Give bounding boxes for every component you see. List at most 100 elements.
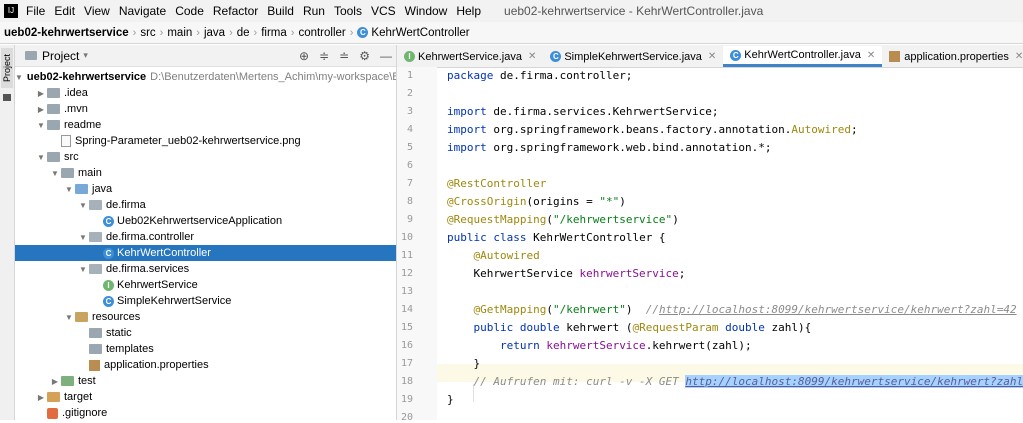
tree-item[interactable]: C SimpleKehrwertService — [15, 293, 396, 309]
tree-item[interactable]: C Ueb02KehrwertserviceApplication — [15, 213, 396, 229]
chevron-down-icon[interactable]: ▼ — [49, 169, 61, 178]
chevron-down-icon[interactable]: ▼ — [15, 73, 23, 82]
code-line[interactable]: // Aufrufen mit: curl -v -X GET http://l… — [447, 373, 1023, 391]
line-number: 7 — [406, 178, 413, 189]
close-icon[interactable]: ✕ — [528, 51, 536, 62]
comment-link[interactable]: http://localhost:8099/kehrwertservice/ke… — [659, 303, 1017, 316]
code-annotation: @RequestMapping — [447, 213, 547, 226]
code-line[interactable]: return kehrwertService.kehrwert(zahl); — [447, 337, 752, 355]
code-line[interactable]: @RestController — [447, 175, 546, 193]
tree-item[interactable]: ▶ test — [15, 373, 396, 389]
line-number-gutter[interactable]: 1 2 3 4 5 6 7 8 9 10 11 12 13 14 15 16 17 18 19 20 — [397, 67, 437, 423]
tree-item[interactable]: ▶ target — [15, 389, 396, 405]
code-text: .kehrwert(zahl); — [645, 339, 752, 352]
menu-build[interactable]: Build — [267, 4, 294, 18]
code-line[interactable]: KehrwertService kehrwertService; — [447, 265, 685, 283]
breadcrumb-firma[interactable]: firma — [261, 27, 287, 39]
chevron-right-icon: › — [159, 26, 164, 39]
breadcrumb-class[interactable]: KehrWertController — [371, 27, 469, 39]
menu-navigate[interactable]: Navigate — [119, 4, 166, 18]
chevron-down-icon[interactable]: ▼ — [77, 265, 89, 274]
menu-help[interactable]: Help — [456, 4, 481, 18]
structure-icon[interactable] — [3, 94, 11, 101]
chevron-down-icon[interactable]: ▾ — [83, 50, 88, 61]
menu-code[interactable]: Code — [175, 4, 204, 18]
tree-item[interactable]: application.properties — [15, 357, 396, 373]
code-line[interactable]: } — [447, 391, 454, 409]
tree-item[interactable]: I KehrwertService — [15, 277, 396, 293]
menu-vcs[interactable]: VCS — [371, 4, 396, 18]
code-line[interactable]: import org.springframework.web.bind.anno… — [447, 139, 772, 157]
menu-file[interactable]: File — [26, 4, 45, 18]
tree-item[interactable]: ▼ resources — [15, 309, 396, 325]
code-line[interactable]: } — [447, 355, 480, 373]
menu-tools[interactable]: Tools — [334, 4, 362, 18]
tree-item[interactable]: C KehrWertController — [15, 245, 396, 261]
menu-run[interactable]: Run — [303, 4, 325, 18]
menu-window[interactable]: Window — [405, 4, 448, 18]
tab-kehrwertcontroller[interactable]: C KehrWertController.java ✕ — [723, 46, 883, 67]
tree-item[interactable]: ▼ java — [15, 181, 396, 197]
chevron-down-icon[interactable]: ▼ — [63, 313, 75, 322]
minimize-icon[interactable]: — — [380, 49, 392, 63]
chevron-down-icon[interactable]: ▼ — [77, 201, 89, 210]
comment-link-selected[interactable]: http://localhost:8099/kehrwertservice/ke… — [685, 375, 1023, 388]
chevron-right-icon[interactable]: ▶ — [49, 377, 61, 386]
tree-item[interactable]: ▶ .mvn — [15, 101, 396, 117]
code-line[interactable]: import org.springframework.beans.factory… — [447, 121, 858, 139]
tree-item[interactable]: ▼ readme — [15, 117, 396, 133]
close-icon[interactable]: ✕ — [867, 50, 875, 61]
breadcrumb-main[interactable]: main — [167, 27, 192, 39]
project-panel-title[interactable]: Project — [42, 49, 79, 63]
breadcrumb-java[interactable]: java — [204, 27, 225, 39]
close-icon[interactable]: ✕ — [708, 51, 716, 62]
breadcrumb-project[interactable]: ueb02-kehrwertservice — [4, 27, 129, 39]
chevron-right-icon[interactable]: ▶ — [35, 105, 47, 114]
collapse-all-icon[interactable]: ≑ — [319, 49, 329, 63]
menu-refactor[interactable]: Refactor — [213, 4, 258, 18]
tab-application-properties[interactable]: application.properties ✕ — [882, 46, 1023, 67]
breadcrumb-controller[interactable]: controller — [298, 27, 345, 39]
chevron-right-icon[interactable]: ▶ — [35, 89, 47, 98]
code-line[interactable]: @Autowired — [447, 247, 539, 265]
chevron-down-icon[interactable]: ▼ — [35, 153, 47, 162]
tree-item[interactable]: ▼ de.firma.services — [15, 261, 396, 277]
expand-all-icon[interactable]: ≐ — [339, 49, 349, 63]
tree-item[interactable]: ▼ de.firma.controller — [15, 229, 396, 245]
chevron-down-icon[interactable]: ▼ — [77, 233, 89, 242]
code-line[interactable]: public class KehrWertController { — [447, 229, 666, 247]
breadcrumb-src[interactable]: src — [140, 27, 155, 39]
line-number: 13 — [400, 286, 413, 297]
tree-item[interactable]: ▼ main — [15, 165, 396, 181]
code-line[interactable]: import de.firma.services.KehrwertService… — [447, 103, 719, 121]
tree-item[interactable]: ▼ ueb02-kehrwertservice D:\Benutzerdaten\M… — [15, 69, 396, 85]
chevron-down-icon[interactable]: ▼ — [63, 185, 75, 194]
code-editor[interactable]: package de.firma.controller; import de.f… — [437, 67, 1023, 420]
tree-item[interactable]: static — [15, 325, 396, 341]
tree-item-label: application.properties — [104, 359, 209, 371]
line-number: 8 — [406, 196, 413, 207]
chevron-right-icon[interactable]: ▶ — [35, 393, 47, 402]
menu-edit[interactable]: Edit — [54, 4, 75, 18]
gear-icon[interactable]: ⚙ — [359, 49, 370, 63]
tree-item-label: SimpleKehrwertService — [117, 295, 232, 307]
close-icon[interactable]: ✕ — [1015, 51, 1023, 62]
tab-simplekehrwertservice[interactable]: C SimpleKehrwertService.java ✕ — [543, 46, 723, 67]
breadcrumb-de[interactable]: de — [237, 27, 250, 39]
tree-item[interactable]: templates — [15, 341, 396, 357]
code-line[interactable]: public double kehrwert (@RequestParam do… — [447, 319, 811, 337]
code-line[interactable]: package de.firma.controller; — [447, 67, 632, 85]
tree-item[interactable]: ▶ .idea — [15, 85, 396, 101]
chevron-down-icon[interactable]: ▼ — [35, 121, 47, 130]
locate-icon[interactable]: ⊕ — [299, 49, 309, 63]
tab-kehrwertservice[interactable]: I KehrwertService.java ✕ — [397, 46, 543, 67]
project-tool-button[interactable]: Project — [1, 48, 13, 88]
code-line[interactable]: @GetMapping("/kehrwert") //http://localh… — [447, 301, 1017, 319]
tree-item[interactable]: ▼ de.firma — [15, 197, 396, 213]
tree-item[interactable]: .gitignore — [15, 405, 396, 420]
tree-item[interactable]: Spring-Parameter_ueb02-kehrwertservice.p… — [15, 133, 396, 149]
menu-view[interactable]: View — [84, 4, 110, 18]
code-line[interactable]: @CrossOrigin(origins = "*") — [447, 193, 626, 211]
tree-item[interactable]: ▼ src — [15, 149, 396, 165]
code-line[interactable]: @RequestMapping("/kehrwertservice") — [447, 211, 679, 229]
